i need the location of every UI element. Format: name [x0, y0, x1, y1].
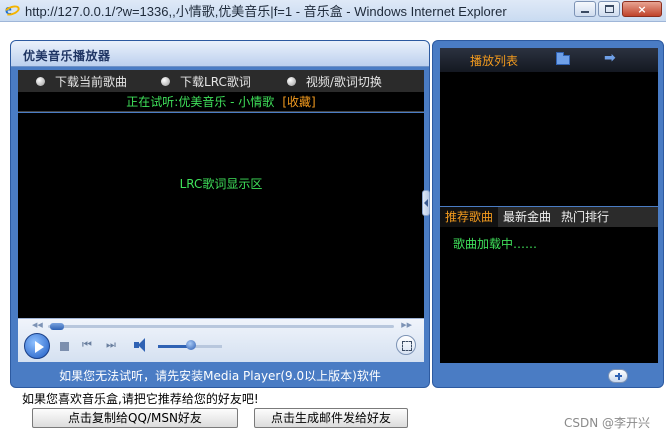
radio-icon	[36, 76, 45, 86]
radio-icon	[161, 76, 171, 86]
now-playing-bar: 正在试听:优美音乐 - 小情歌 [收藏]	[18, 92, 424, 112]
lyrics-display-area: LRC歌词显示区	[18, 113, 424, 318]
playlist-header: 播放列表 ➡	[440, 48, 658, 72]
media-controls: ◀◀ ▶▶ ⏮ ⏭	[18, 318, 424, 362]
seek-track	[48, 325, 394, 328]
tab-recommended[interactable]: 推荐歌曲	[440, 207, 499, 227]
volume-icon[interactable]	[134, 338, 150, 352]
window-titlebar: e http://127.0.0.1/?w=1336,,小情歌,优美音乐|f=1…	[0, 0, 666, 22]
ie-icon: e	[2, 2, 22, 19]
close-button[interactable]: ×	[622, 1, 662, 17]
recommend-hint: 如果您喜欢音乐盒,请把它推荐给您的好友吧!	[22, 392, 259, 406]
favorite-link[interactable]: [收藏]	[282, 93, 315, 110]
player-install-note: 如果您无法试听，请先安装Media Player(9.0以上版本)软件	[59, 369, 381, 383]
option-label: 下载LRC歌词	[180, 74, 251, 89]
playlist-title: 播放列表	[470, 53, 519, 68]
window-controls: ×	[574, 1, 662, 17]
seek-thumb[interactable]	[50, 323, 64, 330]
send-email-button[interactable]: 点击生成邮件发给好友	[254, 408, 408, 428]
player-title: 优美音乐播放器	[23, 49, 111, 63]
folder-icon[interactable]	[556, 52, 570, 65]
minimize-icon	[581, 11, 589, 13]
arrow-right-icon[interactable]: ➡	[604, 50, 616, 66]
copy-to-qq-msn-button[interactable]: 点击复制给QQ/MSN好友	[32, 408, 238, 428]
close-icon: ×	[637, 2, 647, 16]
watermark: CSDN @李开兴	[563, 416, 650, 430]
player-options-bar: 下载当前歌曲 下载LRC歌词 视频/歌词切换	[18, 70, 424, 92]
seek-bar[interactable]: ◀◀ ▶▶	[28, 321, 414, 330]
now-playing-text: 正在试听:优美音乐 - 小情歌	[126, 95, 275, 109]
radio-icon	[286, 76, 296, 86]
seek-back-icon: ◀◀	[32, 321, 43, 329]
maximize-button[interactable]	[598, 1, 620, 17]
playlist-panel: 播放列表 ➡ 推荐歌曲 最新金曲 热门排行 歌曲加载中……	[432, 40, 664, 388]
recommended-songs-list: 歌曲加载中……	[440, 227, 658, 363]
loading-text: 歌曲加载中……	[453, 237, 538, 251]
fullscreen-icon[interactable]	[396, 335, 416, 355]
seek-forward-icon: ▶▶	[401, 321, 412, 329]
add-icon[interactable]	[608, 369, 628, 383]
song-tabs: 推荐歌曲 最新金曲 热门排行	[440, 207, 658, 227]
option-video-lyrics-toggle[interactable]: 视频/歌词切换	[286, 73, 382, 90]
chevron-left-icon[interactable]	[422, 190, 430, 216]
option-download-lrc[interactable]: 下载LRC歌词	[161, 73, 251, 90]
play-icon[interactable]	[24, 333, 50, 359]
previous-icon[interactable]: ⏮	[82, 338, 92, 352]
music-player-panel: 优美音乐播放器 下载当前歌曲 下载LRC歌词 视频/歌词切换 正在试听:优美音乐…	[10, 40, 430, 388]
option-download-song[interactable]: 下载当前歌曲	[36, 73, 127, 90]
volume-thumb[interactable]	[186, 340, 196, 350]
player-header: 优美音乐播放器	[11, 41, 429, 67]
lyrics-placeholder: LRC歌词显示区	[179, 177, 263, 191]
next-icon[interactable]: ⏭	[106, 338, 116, 352]
option-label: 下载当前歌曲	[55, 74, 128, 89]
tab-popular-chart[interactable]: 热门排行	[556, 207, 614, 227]
playlist-list	[440, 72, 658, 206]
stop-icon[interactable]	[60, 342, 69, 351]
maximize-icon	[604, 5, 614, 13]
minimize-button[interactable]	[574, 1, 596, 17]
tab-latest-hits[interactable]: 最新金曲	[498, 207, 556, 227]
option-label: 视频/歌词切换	[305, 74, 382, 89]
window-title: http://127.0.0.1/?w=1336,,小情歌,优美音乐|f=1 -…	[25, 4, 507, 19]
